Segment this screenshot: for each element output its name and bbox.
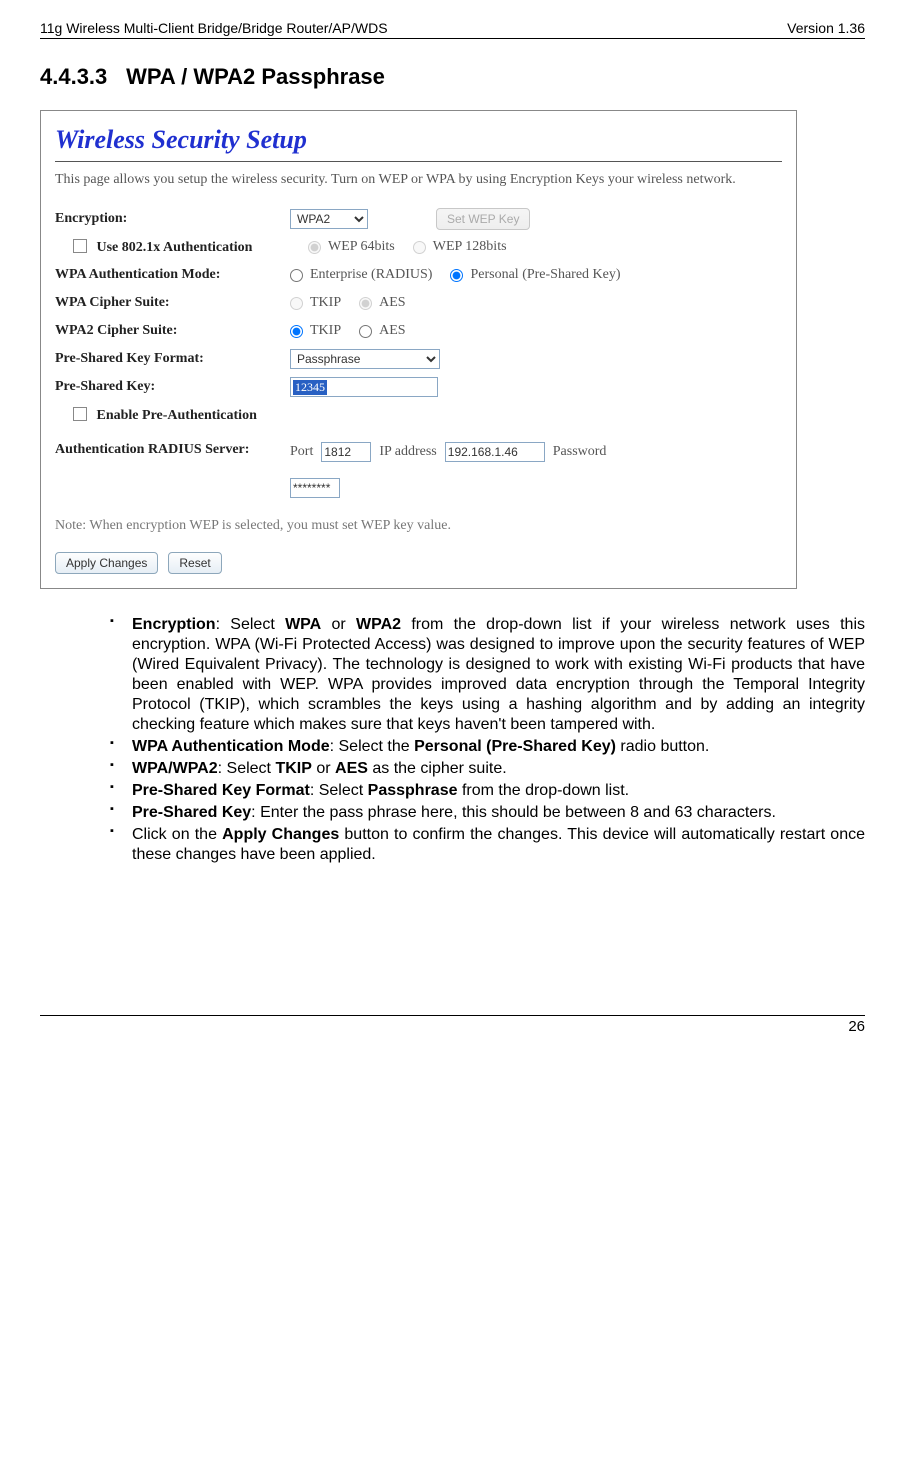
bullet-cipher: WPA/WPA2: Select TKIP or AES as the ciph… — [110, 759, 865, 779]
wpa-tkip-label: TKIP — [310, 295, 341, 311]
encryption-label: Encryption: — [55, 211, 290, 227]
wpa2-tkip-label: TKIP — [310, 323, 341, 339]
radius-port-label: Port — [290, 444, 313, 460]
psk-input[interactable]: 12345 — [290, 377, 438, 397]
wpa2-aes-label: AES — [379, 323, 405, 339]
enterprise-radio[interactable] — [290, 269, 303, 282]
personal-label: Personal (Pre-Shared Key) — [470, 267, 620, 283]
reset-button[interactable]: Reset — [168, 552, 221, 574]
enterprise-label: Enterprise (RADIUS) — [310, 267, 432, 283]
wpa2-aes-radio[interactable] — [359, 325, 372, 338]
bullet-apply: Click on the Apply Changes button to con… — [110, 825, 865, 865]
bullet-encryption: Encryption: Select WPA or WPA2 from the … — [110, 615, 865, 735]
preauth-text: Enable Pre-Authentication — [97, 408, 257, 423]
panel-description: This page allows you setup the wireless … — [55, 172, 782, 188]
header-right: Version 1.36 — [787, 20, 865, 36]
psk-value: 12345 — [293, 380, 327, 395]
preauth-label: Enable Pre-Authentication — [73, 407, 257, 424]
use-8021x-label: Use 802.1x Authentication — [73, 239, 308, 256]
divider — [55, 161, 782, 162]
section-title: 4.4.3.3 WPA / WPA2 Passphrase — [40, 64, 865, 90]
use-8021x-text: Use 802.1x Authentication — [97, 240, 253, 255]
radius-pwd-label: Password — [553, 444, 607, 460]
radius-port-input[interactable] — [321, 442, 371, 462]
bullet-list: Encryption: Select WPA or WPA2 from the … — [70, 615, 865, 865]
use-8021x-checkbox[interactable] — [73, 239, 87, 253]
section-text: WPA / WPA2 Passphrase — [126, 64, 385, 89]
wpa2-tkip-radio[interactable] — [290, 325, 303, 338]
radius-ip-input[interactable] — [445, 442, 545, 462]
bullet-format: Pre-Shared Key Format: Select Passphrase… — [110, 781, 865, 801]
radius-ip-label: IP address — [379, 444, 436, 460]
wpa-aes-label: AES — [379, 295, 405, 311]
radius-pwd-input[interactable] — [290, 478, 340, 498]
personal-radio[interactable] — [450, 269, 463, 282]
encryption-select[interactable]: WPA2 — [290, 209, 368, 229]
wpa-tkip-radio[interactable] — [290, 297, 303, 310]
apply-changes-button[interactable]: Apply Changes — [55, 552, 158, 574]
bullet-auth: WPA Authentication Mode: Select the Pers… — [110, 737, 865, 757]
radius-label: Authentication RADIUS Server: — [55, 442, 290, 458]
section-number: 4.4.3.3 — [40, 64, 120, 90]
page-header: 11g Wireless Multi-Client Bridge/Bridge … — [40, 20, 865, 39]
wep64-label: WEP 64bits — [328, 239, 395, 255]
wpa-aes-radio[interactable] — [359, 297, 372, 310]
psk-format-label: Pre-Shared Key Format: — [55, 351, 290, 367]
psk-label: Pre-Shared Key: — [55, 379, 290, 395]
wep128-label: WEP 128bits — [433, 239, 507, 255]
wpa-cipher-label: WPA Cipher Suite: — [55, 295, 290, 311]
page-number: 26 — [40, 1015, 865, 1035]
screenshot: Wireless Security Setup This page allows… — [40, 110, 797, 589]
panel-title: Wireless Security Setup — [55, 125, 782, 155]
wep128-radio[interactable] — [413, 241, 426, 254]
wpa-auth-label: WPA Authentication Mode: — [55, 267, 290, 283]
note-text: Note: When encryption WEP is selected, y… — [55, 518, 782, 534]
set-wep-key-button[interactable]: Set WEP Key — [436, 208, 530, 230]
preauth-checkbox[interactable] — [73, 407, 87, 421]
header-left: 11g Wireless Multi-Client Bridge/Bridge … — [40, 20, 388, 36]
wpa2-cipher-label: WPA2 Cipher Suite: — [55, 323, 290, 339]
wep64-radio[interactable] — [308, 241, 321, 254]
bullet-key: Pre-Shared Key: Enter the pass phrase he… — [110, 803, 865, 823]
psk-format-select[interactable]: Passphrase — [290, 349, 440, 369]
